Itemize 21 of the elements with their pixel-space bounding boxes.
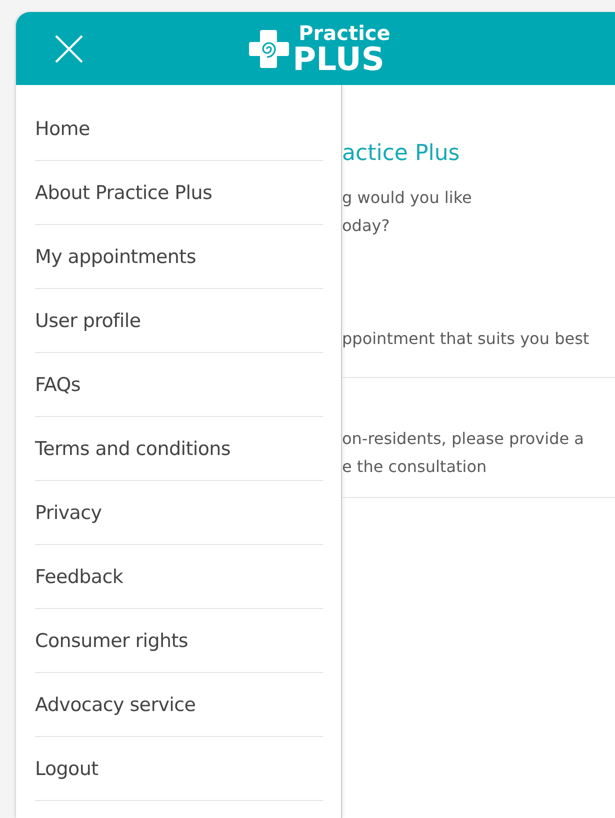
menu-item[interactable]: Logout bbox=[35, 737, 323, 801]
section-text: on-residents, please provide a bbox=[342, 428, 585, 450]
menu-item[interactable]: Feedback bbox=[35, 545, 323, 609]
question-text: g would you like bbox=[342, 187, 473, 209]
section-text: e the consultation bbox=[342, 456, 488, 478]
page-heading: actice Plus bbox=[342, 141, 461, 166]
menu-item[interactable]: Advocacy service bbox=[35, 673, 323, 737]
menu-item[interactable]: User profile bbox=[35, 289, 323, 353]
menu-item[interactable]: Terms and conditions bbox=[35, 417, 323, 481]
question-text: oday? bbox=[342, 215, 391, 237]
menu-item[interactable]: Privacy bbox=[35, 481, 323, 545]
menu-item[interactable]: Home bbox=[35, 97, 323, 161]
menu-item[interactable]: Consumer rights bbox=[35, 609, 323, 673]
close-button[interactable] bbox=[54, 34, 84, 64]
section-text: ppointment that suits you best bbox=[342, 328, 590, 350]
menu-item[interactable]: My appointments bbox=[35, 225, 323, 289]
menu-item[interactable]: About Practice Plus bbox=[35, 161, 323, 225]
close-icon bbox=[55, 35, 83, 63]
logo-text: Practice bbox=[298, 22, 390, 42]
logo-text: PLUS bbox=[292, 42, 384, 74]
menu-item[interactable]: FAQs bbox=[35, 353, 323, 417]
